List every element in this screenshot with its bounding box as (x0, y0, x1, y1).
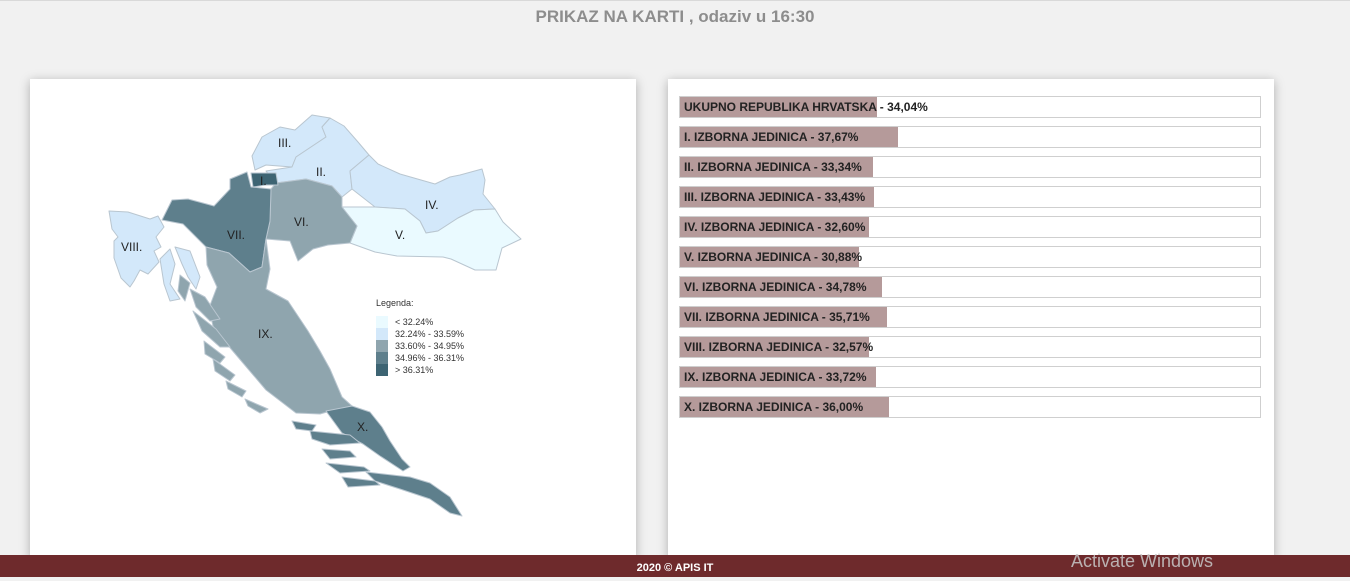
turnout-row[interactable]: III. IZBORNA JEDINICA - 33,43% (679, 186, 1261, 208)
turnout-row[interactable]: VIII. IZBORNA JEDINICA - 32,57% (679, 336, 1261, 358)
region-label-I: I. (260, 174, 267, 188)
region-IX-island (244, 398, 269, 414)
turnout-row[interactable]: V. IZBORNA JEDINICA - 30,88% (679, 246, 1261, 268)
legend-swatch (376, 352, 388, 364)
legend-label: > 36.31% (395, 365, 433, 375)
turnout-row[interactable]: IV. IZBORNA JEDINICA - 32,60% (679, 216, 1261, 238)
turnout-row-total[interactable]: UKUPNO REPUBLIKA HRVATSKA - 34,04% (679, 96, 1261, 118)
legend-swatch (376, 316, 388, 328)
turnout-label: VII. IZBORNA JEDINICA - 35,71% (684, 310, 870, 324)
turnout-row[interactable]: VI. IZBORNA JEDINICA - 34,78% (679, 276, 1261, 298)
turnout-label: VIII. IZBORNA JEDINICA - 32,57% (684, 340, 874, 354)
legend-label: < 32.24% (395, 317, 433, 327)
turnout-panel: UKUPNO REPUBLIKA HRVATSKA - 34,04% I. IZB… (668, 79, 1274, 559)
croatia-map: I. II. III. IV. V. VI. VII. VIII. IX. X.… (108, 114, 522, 517)
turnout-label: V. IZBORNA JEDINICA - 30,88% (684, 250, 863, 264)
legend-swatch (376, 364, 388, 376)
region-label-IV: IV. (425, 198, 439, 212)
legend-label: 34.96% - 36.31% (395, 353, 464, 363)
legend-swatch (376, 340, 388, 352)
region-VIII-island (159, 248, 181, 302)
legend-swatch (376, 328, 388, 340)
turnout-row[interactable]: II. IZBORNA JEDINICA - 33,34% (679, 156, 1261, 178)
turnout-row[interactable]: IX. IZBORNA JEDINICA - 33,72% (679, 366, 1261, 388)
turnout-label: X. IZBORNA JEDINICA - 36,00% (684, 400, 864, 414)
region-IX-island (212, 358, 236, 382)
turnout-label: II. IZBORNA JEDINICA - 33,34% (684, 160, 862, 174)
turnout-label: VI. IZBORNA JEDINICA - 34,78% (684, 280, 867, 294)
region-label-III: III. (278, 136, 291, 150)
map-panel: I. II. III. IV. V. VI. VII. VIII. IX. X.… (30, 79, 636, 559)
legend-title: Legenda: (376, 298, 414, 308)
legend-label: 32.24% - 33.59% (395, 329, 464, 339)
activate-windows-watermark: Activate Windows (1071, 551, 1214, 571)
top-divider (0, 0, 1350, 1)
region-label-VI: VI. (294, 215, 309, 229)
region-label-IX: IX. (258, 327, 273, 341)
region-label-X: X. (357, 420, 368, 434)
region-IX-island (225, 380, 247, 398)
turnout-label: III. IZBORNA JEDINICA - 33,43% (684, 190, 866, 204)
turnout-label: IX. IZBORNA JEDINICA - 33,72% (684, 370, 867, 384)
region-label-V: V. (395, 228, 405, 242)
map-legend: Legenda: < 32.24% 32.24% - 33.59% 33.60%… (376, 298, 464, 376)
region-X-island (321, 448, 357, 460)
region-label-VIII: VIII. (121, 240, 142, 254)
region-label-VII: VII. (227, 228, 245, 242)
region-X-island (325, 462, 371, 474)
region-label-II: II. (316, 165, 326, 179)
turnout-row[interactable]: VII. IZBORNA JEDINICA - 35,71% (679, 306, 1261, 328)
turnout-row[interactable]: X. IZBORNA JEDINICA - 36,00% (679, 396, 1261, 418)
region-IX-island (177, 274, 191, 302)
turnout-label: UKUPNO REPUBLIKA HRVATSKA - 34,04% (684, 100, 928, 114)
legend-label: 33.60% - 34.95% (395, 341, 464, 351)
turnout-row[interactable]: I. IZBORNA JEDINICA - 37,67% (679, 126, 1261, 148)
page-title: PRIKAZ NA KARTI , odaziv u 16:30 (535, 7, 815, 26)
region-X-island (365, 471, 463, 517)
turnout-label: I. IZBORNA JEDINICA - 37,67% (684, 130, 859, 144)
turnout-label: IV. IZBORNA JEDINICA - 32,60% (684, 220, 866, 234)
region-X-island (291, 420, 317, 432)
